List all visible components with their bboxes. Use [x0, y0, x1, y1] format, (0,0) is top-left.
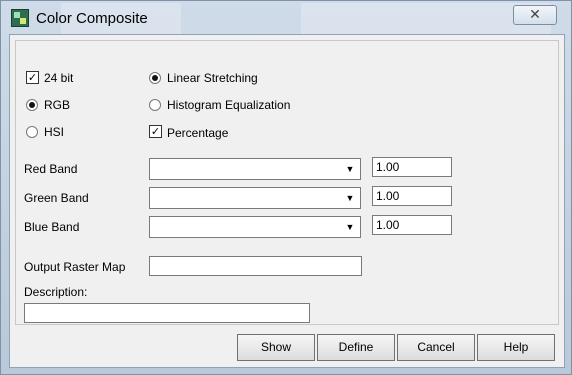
rgb-label[interactable]: RGB — [44, 98, 70, 112]
blue-band-percent-input[interactable]: 1.00 — [372, 215, 452, 235]
histogram-equalization-label[interactable]: Histogram Equalization — [167, 98, 290, 112]
close-button[interactable]: ✕ — [513, 5, 557, 25]
hsi-radio[interactable] — [26, 126, 38, 138]
percentage-label[interactable]: Percentage — [167, 126, 228, 140]
green-band-select[interactable]: ▼ — [149, 187, 361, 209]
output-raster-map-input[interactable] — [149, 256, 362, 276]
histogram-equalization-radio[interactable] — [149, 99, 161, 111]
help-button[interactable]: Help — [477, 334, 555, 361]
chevron-down-icon[interactable]: ▼ — [342, 190, 358, 206]
green-band-label: Green Band — [24, 191, 89, 205]
red-band-select[interactable]: ▼ — [149, 158, 361, 180]
chevron-down-icon[interactable]: ▼ — [342, 219, 358, 235]
color-composite-window: Color Composite ✕ ✓ 24 bit RGB HSI Linea… — [0, 0, 572, 375]
app-map-icon — [11, 9, 29, 27]
red-band-percent-input[interactable]: 1.00 — [372, 157, 452, 177]
output-raster-map-label: Output Raster Map — [24, 260, 126, 274]
window-title: Color Composite — [36, 10, 148, 27]
blue-band-label: Blue Band — [24, 220, 80, 234]
cancel-button[interactable]: Cancel — [397, 334, 475, 361]
description-label: Description: — [24, 285, 88, 299]
rgb-radio[interactable] — [26, 99, 38, 111]
description-input[interactable] — [24, 303, 310, 323]
hsi-label[interactable]: HSI — [44, 125, 64, 139]
bit24-label[interactable]: 24 bit — [44, 71, 73, 85]
blue-band-select[interactable]: ▼ — [149, 216, 361, 238]
dialog-client-area: ✓ 24 bit RGB HSI Linear Stretching Histo… — [9, 34, 565, 368]
options-panel: ✓ 24 bit RGB HSI Linear Stretching Histo… — [15, 40, 559, 325]
red-band-label: Red Band — [24, 162, 78, 176]
chevron-down-icon[interactable]: ▼ — [342, 161, 358, 177]
percentage-checkbox[interactable]: ✓ — [149, 125, 162, 138]
linear-stretching-radio[interactable] — [149, 72, 161, 84]
show-button[interactable]: Show — [237, 334, 315, 361]
green-band-percent-input[interactable]: 1.00 — [372, 186, 452, 206]
close-icon: ✕ — [529, 6, 541, 22]
define-button[interactable]: Define — [317, 334, 395, 361]
bit24-checkbox[interactable]: ✓ — [26, 71, 39, 84]
linear-stretching-label[interactable]: Linear Stretching — [167, 71, 258, 85]
